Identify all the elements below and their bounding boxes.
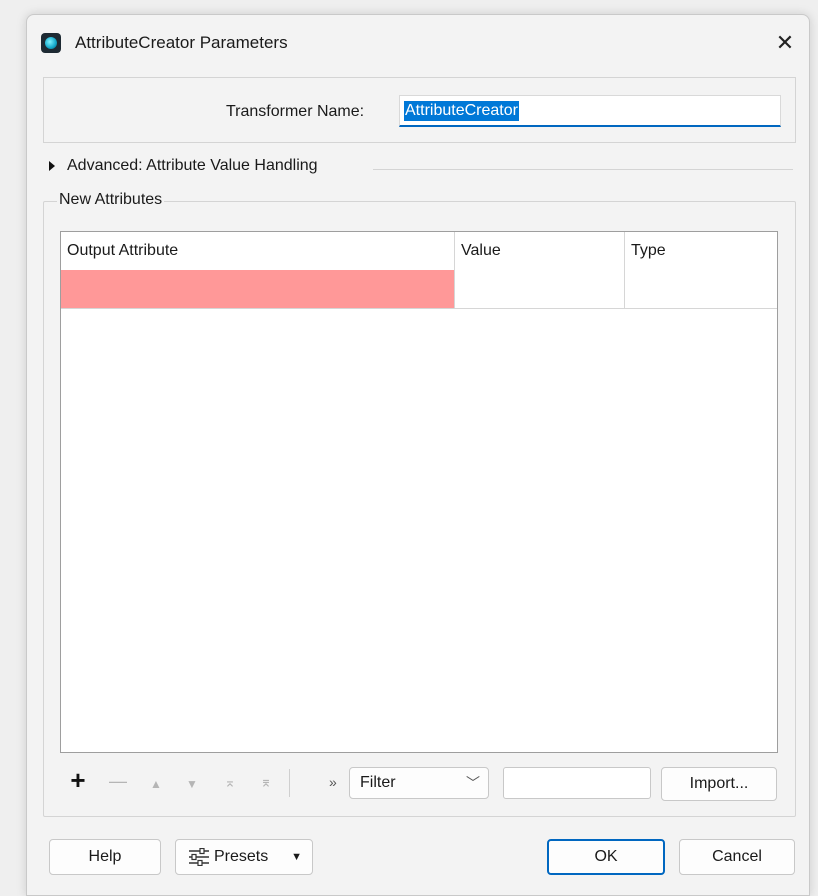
attributes-table[interactable]: Output Attribute Value Type [60, 231, 778, 753]
fme-transformer-icon [41, 33, 61, 53]
import-button[interactable]: Import... [661, 767, 777, 801]
advanced-divider [373, 169, 793, 170]
advanced-section-toggle[interactable]: Advanced: Attribute Value Handling [49, 157, 318, 175]
move-up-icon[interactable]: ▲ [145, 777, 167, 791]
table-header: Output Attribute Value Type [61, 232, 777, 270]
table-row [61, 270, 777, 309]
transformer-name-value: AttributeCreator [404, 101, 519, 121]
more-options-icon[interactable]: » [329, 774, 337, 790]
filter-text-input[interactable] [503, 767, 651, 799]
filter-select-value: Filter [360, 774, 396, 791]
attribute-creator-dialog: AttributeCreator Parameters ✕ Transforme… [26, 14, 810, 896]
add-row-icon[interactable]: + [67, 765, 89, 796]
move-down-icon[interactable]: ▼ [181, 777, 203, 791]
presets-button[interactable]: Presets ▼ [175, 839, 313, 875]
column-header-value[interactable]: Value [455, 232, 625, 270]
sliders-icon [189, 847, 209, 866]
window-title: AttributeCreator Parameters [75, 33, 288, 52]
new-attributes-label: New Attributes [57, 191, 165, 209]
ok-button[interactable]: OK [547, 839, 665, 875]
filter-select[interactable]: Filter ﹀ [349, 767, 489, 799]
cancel-button[interactable]: Cancel [679, 839, 795, 875]
column-header-type[interactable]: Type [625, 232, 777, 270]
dropdown-caret-icon: ▼ [291, 851, 302, 863]
table-toolbar: + — ▲ ▼ ⌅ ⌆ » Filter ﹀ Import... [67, 765, 787, 805]
close-icon[interactable]: ✕ [767, 25, 803, 61]
transformer-name-label: Transformer Name: [226, 103, 365, 120]
move-to-bottom-icon[interactable]: ⌆ [255, 774, 277, 791]
value-cell[interactable] [455, 270, 625, 308]
transformer-name-input[interactable]: AttributeCreator [399, 95, 781, 127]
move-to-top-icon[interactable]: ⌅ [219, 774, 241, 791]
expand-triangle-icon [49, 161, 55, 171]
transformer-name-panel: Transformer Name: AttributeCreator [43, 77, 796, 143]
help-button[interactable]: Help [49, 839, 161, 875]
remove-row-icon[interactable]: — [107, 771, 129, 792]
type-cell[interactable] [625, 270, 777, 308]
advanced-section-label: Advanced: Attribute Value Handling [67, 157, 318, 174]
output-attribute-cell[interactable] [61, 270, 455, 308]
column-header-output-attribute[interactable]: Output Attribute [61, 232, 455, 270]
chevron-down-icon: ﹀ [466, 775, 480, 791]
toolbar-separator [289, 769, 290, 797]
presets-label: Presets [214, 848, 269, 865]
title-bar: AttributeCreator Parameters ✕ [27, 15, 809, 73]
